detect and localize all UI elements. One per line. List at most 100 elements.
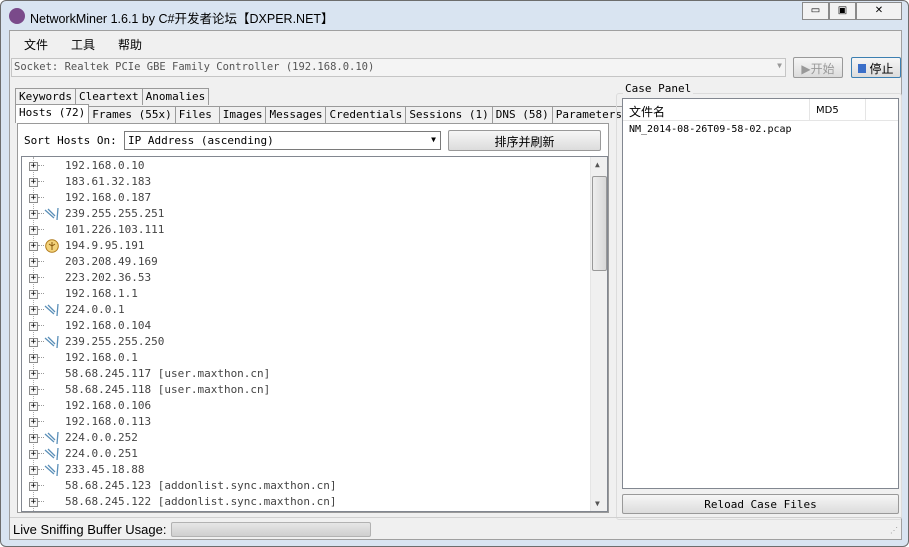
tab-cleartext[interactable]: Cleartext — [74, 88, 143, 105]
socket-select[interactable]: Socket: Realtek PCIe GBE Family Controll… — [11, 58, 786, 77]
hosts-tree[interactable]: ▲ ▼ +192.168.0.10 +183.61.32.183 +192.168.… — [21, 156, 608, 512]
sort-label: Sort Hosts On: — [24, 134, 117, 147]
host-row[interactable]: +58.68.245.117 [user.maxthon.cn] — [22, 366, 582, 382]
expand-icon[interactable]: + — [29, 194, 38, 203]
tree-connector — [38, 421, 44, 422]
vertical-scrollbar[interactable]: ▲ ▼ — [590, 157, 607, 511]
host-row[interactable]: +101.226.103.111 — [22, 222, 582, 238]
close-button[interactable]: ✕ — [856, 2, 902, 20]
tab-sessions[interactable]: Sessions (1) — [405, 106, 493, 123]
tab-messages[interactable]: Messages — [265, 106, 327, 123]
expand-icon[interactable]: + — [29, 434, 38, 443]
host-row[interactable]: +192.168.0.106 — [22, 398, 582, 414]
host-row[interactable]: +224.0.0.1 — [22, 302, 582, 318]
host-address: 192.168.0.10 — [65, 159, 145, 172]
host-row[interactable]: +192.168.1.1 — [22, 286, 582, 302]
expand-icon[interactable]: + — [29, 418, 38, 427]
expand-icon[interactable]: + — [29, 178, 38, 187]
expand-icon[interactable]: + — [29, 498, 38, 507]
expand-icon[interactable]: + — [29, 162, 38, 171]
multicast-icon — [44, 463, 59, 477]
tab-hosts[interactable]: Hosts (72) — [15, 104, 90, 123]
host-row[interactable]: +239.255.255.251 — [22, 206, 582, 222]
expand-icon[interactable]: + — [29, 386, 38, 395]
host-row[interactable]: +239.255.255.250 — [22, 334, 582, 350]
host-address: 58.68.245.117 [user.maxthon.cn] — [65, 367, 271, 380]
column-md5[interactable]: MD5 — [810, 99, 866, 120]
tree-connector — [38, 165, 44, 166]
expand-icon[interactable]: + — [29, 306, 38, 315]
minimize-button[interactable]: ▭ — [802, 2, 829, 20]
tab-images[interactable]: Images — [218, 106, 267, 123]
expand-icon[interactable]: + — [29, 290, 38, 299]
tab-frames[interactable]: Frames (55x) — [88, 106, 176, 123]
resize-grip-icon[interactable]: ⋰ — [890, 526, 898, 535]
host-row[interactable]: +58.68.245.118 [user.maxthon.cn] — [22, 382, 582, 398]
reload-case-files-button[interactable]: Reload Case Files — [622, 494, 899, 514]
column-filename[interactable]: 文件名 — [623, 99, 810, 120]
menu-file[interactable]: 文件 — [10, 31, 57, 55]
expand-icon[interactable]: + — [29, 210, 38, 219]
expand-icon[interactable]: + — [29, 466, 38, 475]
host-address: 223.202.36.53 — [65, 271, 152, 284]
maximize-button[interactable]: ▣ — [829, 2, 856, 20]
scrollbar-thumb[interactable] — [592, 176, 607, 271]
host-row[interactable]: +192.168.0.187 — [22, 190, 582, 206]
host-row[interactable]: +192.168.0.104 — [22, 318, 582, 334]
tree-connector — [38, 197, 44, 198]
expand-icon[interactable]: + — [29, 274, 38, 283]
host-row[interactable]: +192.168.0.1 — [22, 350, 582, 366]
host-address: 192.168.0.187 — [65, 191, 152, 204]
host-row[interactable]: +192.168.0.113 — [22, 414, 582, 430]
host-address: 224.0.0.252 — [65, 431, 138, 444]
expand-icon[interactable]: + — [29, 338, 38, 347]
host-row[interactable]: +192.168.0.10 — [22, 158, 582, 174]
tab-keywords[interactable]: Keywords — [15, 88, 76, 105]
app-logo-icon — [9, 8, 25, 24]
host-row[interactable]: +58.68.245.123 [addonlist.sync.maxthon.c… — [22, 478, 582, 494]
host-row[interactable]: +233.45.18.88 — [22, 462, 582, 478]
expand-icon[interactable]: + — [29, 450, 38, 459]
app-window: NetworkMiner 1.6.1 by C#开发者论坛【DXPER.NET】… — [0, 0, 909, 547]
stop-label: 停止 — [869, 62, 894, 76]
host-row[interactable]: +224.0.0.251 — [22, 446, 582, 462]
stop-button[interactable]: 停止 — [851, 57, 901, 78]
menu-tools[interactable]: 工具 — [57, 31, 104, 55]
multicast-icon — [44, 447, 59, 461]
case-file-item[interactable]: NM_2014-08-26T09-58-02.pcap — [623, 121, 898, 138]
host-row[interactable]: +183.61.32.183 — [22, 174, 582, 190]
stop-icon — [858, 64, 867, 73]
tab-credentials[interactable]: Credentials — [325, 106, 407, 123]
expand-icon[interactable]: + — [29, 402, 38, 411]
tab-parameters[interactable]: Parameters — [551, 106, 627, 123]
host-row[interactable]: +203.208.49.169 — [22, 254, 582, 270]
scroll-down-icon[interactable]: ▼ — [595, 499, 600, 508]
case-files-list[interactable]: 文件名 MD5 NM_2014-08-26T09-58-02.pcap — [622, 98, 899, 489]
host-row[interactable]: +194.9.95.191 — [22, 238, 582, 254]
sort-select[interactable]: IP Address (ascending) ▼ — [124, 131, 441, 150]
host-row[interactable]: +224.0.0.252 — [22, 430, 582, 446]
tab-files[interactable]: Files — [174, 106, 220, 123]
tab-anomalies[interactable]: Anomalies — [141, 88, 210, 105]
expand-icon[interactable]: + — [29, 370, 38, 379]
host-row[interactable]: +58.68.245.122 [addonlist.sync.maxthon.c… — [22, 494, 582, 510]
expand-icon[interactable]: + — [29, 354, 38, 363]
host-row[interactable]: +223.202.36.53 — [22, 270, 582, 286]
scroll-up-icon[interactable]: ▲ — [595, 160, 600, 169]
expand-icon[interactable]: + — [29, 226, 38, 235]
sort-refresh-button[interactable]: 排序并刷新 — [448, 130, 601, 151]
start-button[interactable]: ▶开始 — [793, 57, 843, 78]
host-address: 101.226.103.111 — [65, 223, 165, 236]
menu-help[interactable]: 帮助 — [104, 31, 151, 55]
tree-connector — [38, 485, 44, 486]
expand-icon[interactable]: + — [29, 482, 38, 491]
expand-icon[interactable]: + — [29, 258, 38, 267]
tree-connector — [38, 501, 44, 502]
tab-dns[interactable]: DNS (58) — [491, 106, 553, 123]
expand-icon[interactable]: + — [29, 322, 38, 331]
tree-connector — [38, 229, 44, 230]
case-panel-title: Case Panel — [623, 82, 694, 95]
window-title: NetworkMiner 1.6.1 by C#开发者论坛【DXPER.NET】 — [30, 12, 334, 26]
host-address: 58.68.245.123 [addonlist.sync.maxthon.cn… — [65, 479, 337, 492]
expand-icon[interactable]: + — [29, 242, 38, 251]
